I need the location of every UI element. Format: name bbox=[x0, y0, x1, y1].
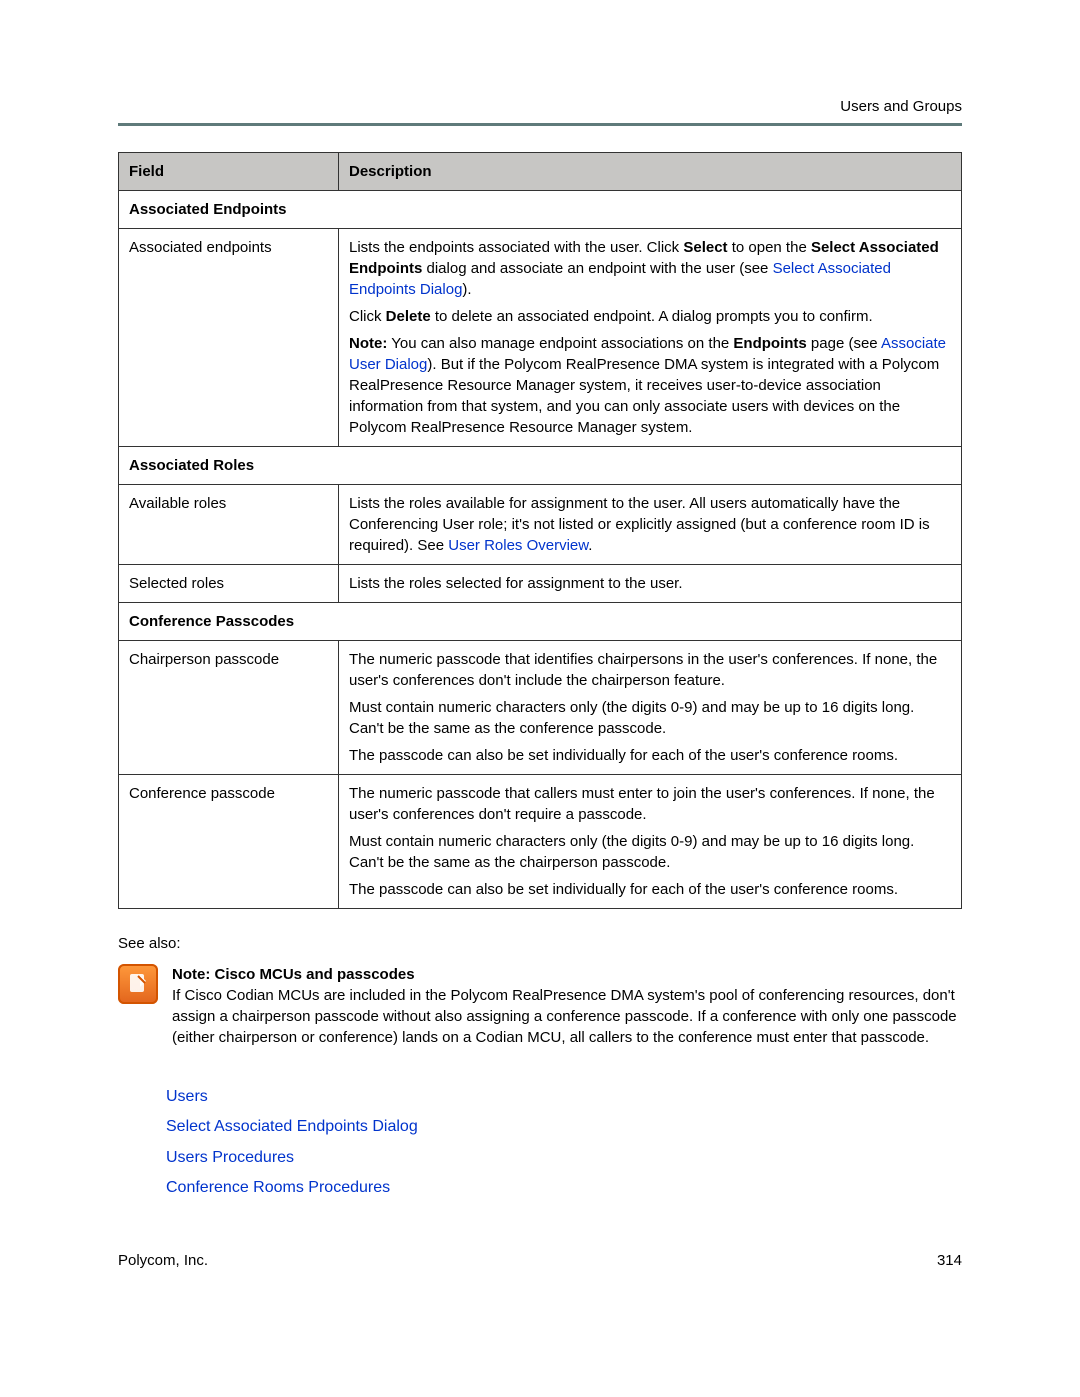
text: Click bbox=[349, 308, 386, 325]
description-cell: The numeric passcode that identifies cha… bbox=[339, 641, 962, 775]
text: Lists the roles available for assignment… bbox=[349, 495, 930, 554]
text: The numeric passcode that identifies cha… bbox=[349, 649, 951, 691]
note-body: Note: Cisco MCUs and passcodes If Cisco … bbox=[172, 964, 962, 1048]
note-icon bbox=[118, 964, 158, 1004]
text: page (see bbox=[807, 335, 881, 352]
field-cell: Associated endpoints bbox=[119, 229, 339, 447]
bold-text: Endpoints bbox=[733, 335, 806, 352]
link-users-procedures[interactable]: Users Procedures bbox=[166, 1143, 962, 1173]
field-cell: Conference passcode bbox=[119, 775, 339, 909]
bold-text: Delete bbox=[386, 308, 431, 325]
footer-page-number: 314 bbox=[937, 1250, 962, 1271]
note-title: Note: Cisco MCUs and passcodes bbox=[172, 966, 415, 983]
description-cell: Lists the roles selected for assignment … bbox=[339, 565, 962, 603]
text: ). But if the Polycom RealPresence DMA s… bbox=[349, 356, 939, 436]
page: Users and Groups Field Description Assoc… bbox=[0, 0, 1080, 1331]
link-conference-rooms-procedures[interactable]: Conference Rooms Procedures bbox=[166, 1173, 962, 1203]
running-header: Users and Groups bbox=[118, 96, 962, 117]
page-footer: Polycom, Inc. 314 bbox=[118, 1250, 962, 1271]
section-title: Associated Roles bbox=[119, 447, 962, 485]
link-user-roles-overview[interactable]: User Roles Overview bbox=[448, 537, 588, 554]
related-links: Users Select Associated Endpoints Dialog… bbox=[118, 1082, 962, 1204]
row-conference-passcode: Conference passcode The numeric passcode… bbox=[119, 775, 962, 909]
row-chairperson-passcode: Chairperson passcode The numeric passcod… bbox=[119, 641, 962, 775]
description-cell: Lists the roles available for assignment… bbox=[339, 485, 962, 565]
footer-company: Polycom, Inc. bbox=[118, 1250, 208, 1271]
text: Must contain numeric characters only (th… bbox=[349, 697, 951, 739]
text: . bbox=[588, 537, 592, 554]
text: You can also manage endpoint association… bbox=[387, 335, 733, 352]
section-row-associated-roles: Associated Roles bbox=[119, 447, 962, 485]
field-cell: Chairperson passcode bbox=[119, 641, 339, 775]
header-rule bbox=[118, 123, 962, 126]
section-title: Associated Endpoints bbox=[119, 191, 962, 229]
field-description-table: Field Description Associated Endpoints A… bbox=[118, 152, 962, 909]
text: Must contain numeric characters only (th… bbox=[349, 831, 951, 873]
text: to open the bbox=[728, 239, 811, 256]
field-cell: Available roles bbox=[119, 485, 339, 565]
bold-text: Select bbox=[683, 239, 727, 256]
row-selected-roles: Selected roles Lists the roles selected … bbox=[119, 565, 962, 603]
text: ). bbox=[462, 281, 471, 298]
description-cell: The numeric passcode that callers must e… bbox=[339, 775, 962, 909]
link-select-associated-endpoints-dialog[interactable]: Select Associated Endpoints Dialog bbox=[166, 1112, 962, 1142]
col-header-description: Description bbox=[339, 153, 962, 191]
note-callout: Note: Cisco MCUs and passcodes If Cisco … bbox=[118, 964, 962, 1048]
link-users[interactable]: Users bbox=[166, 1082, 962, 1112]
description-cell: Lists the endpoints associated with the … bbox=[339, 229, 962, 447]
text: The passcode can also be set individuall… bbox=[349, 745, 951, 766]
col-header-field: Field bbox=[119, 153, 339, 191]
text: to delete an associated endpoint. A dial… bbox=[431, 308, 873, 325]
text: The passcode can also be set individuall… bbox=[349, 879, 951, 900]
bold-text: Note: bbox=[349, 335, 387, 352]
text: dialog and associate an endpoint with th… bbox=[422, 260, 772, 277]
section-row-associated-endpoints: Associated Endpoints bbox=[119, 191, 962, 229]
field-cell: Selected roles bbox=[119, 565, 339, 603]
section-row-conference-passcodes: Conference Passcodes bbox=[119, 603, 962, 641]
text: The numeric passcode that callers must e… bbox=[349, 783, 951, 825]
row-associated-endpoints: Associated endpoints Lists the endpoints… bbox=[119, 229, 962, 447]
row-available-roles: Available roles Lists the roles availabl… bbox=[119, 485, 962, 565]
section-title: Conference Passcodes bbox=[119, 603, 962, 641]
see-also-label: See also: bbox=[118, 933, 962, 954]
note-text: If Cisco Codian MCUs are included in the… bbox=[172, 987, 957, 1046]
text: Lists the endpoints associated with the … bbox=[349, 239, 683, 256]
